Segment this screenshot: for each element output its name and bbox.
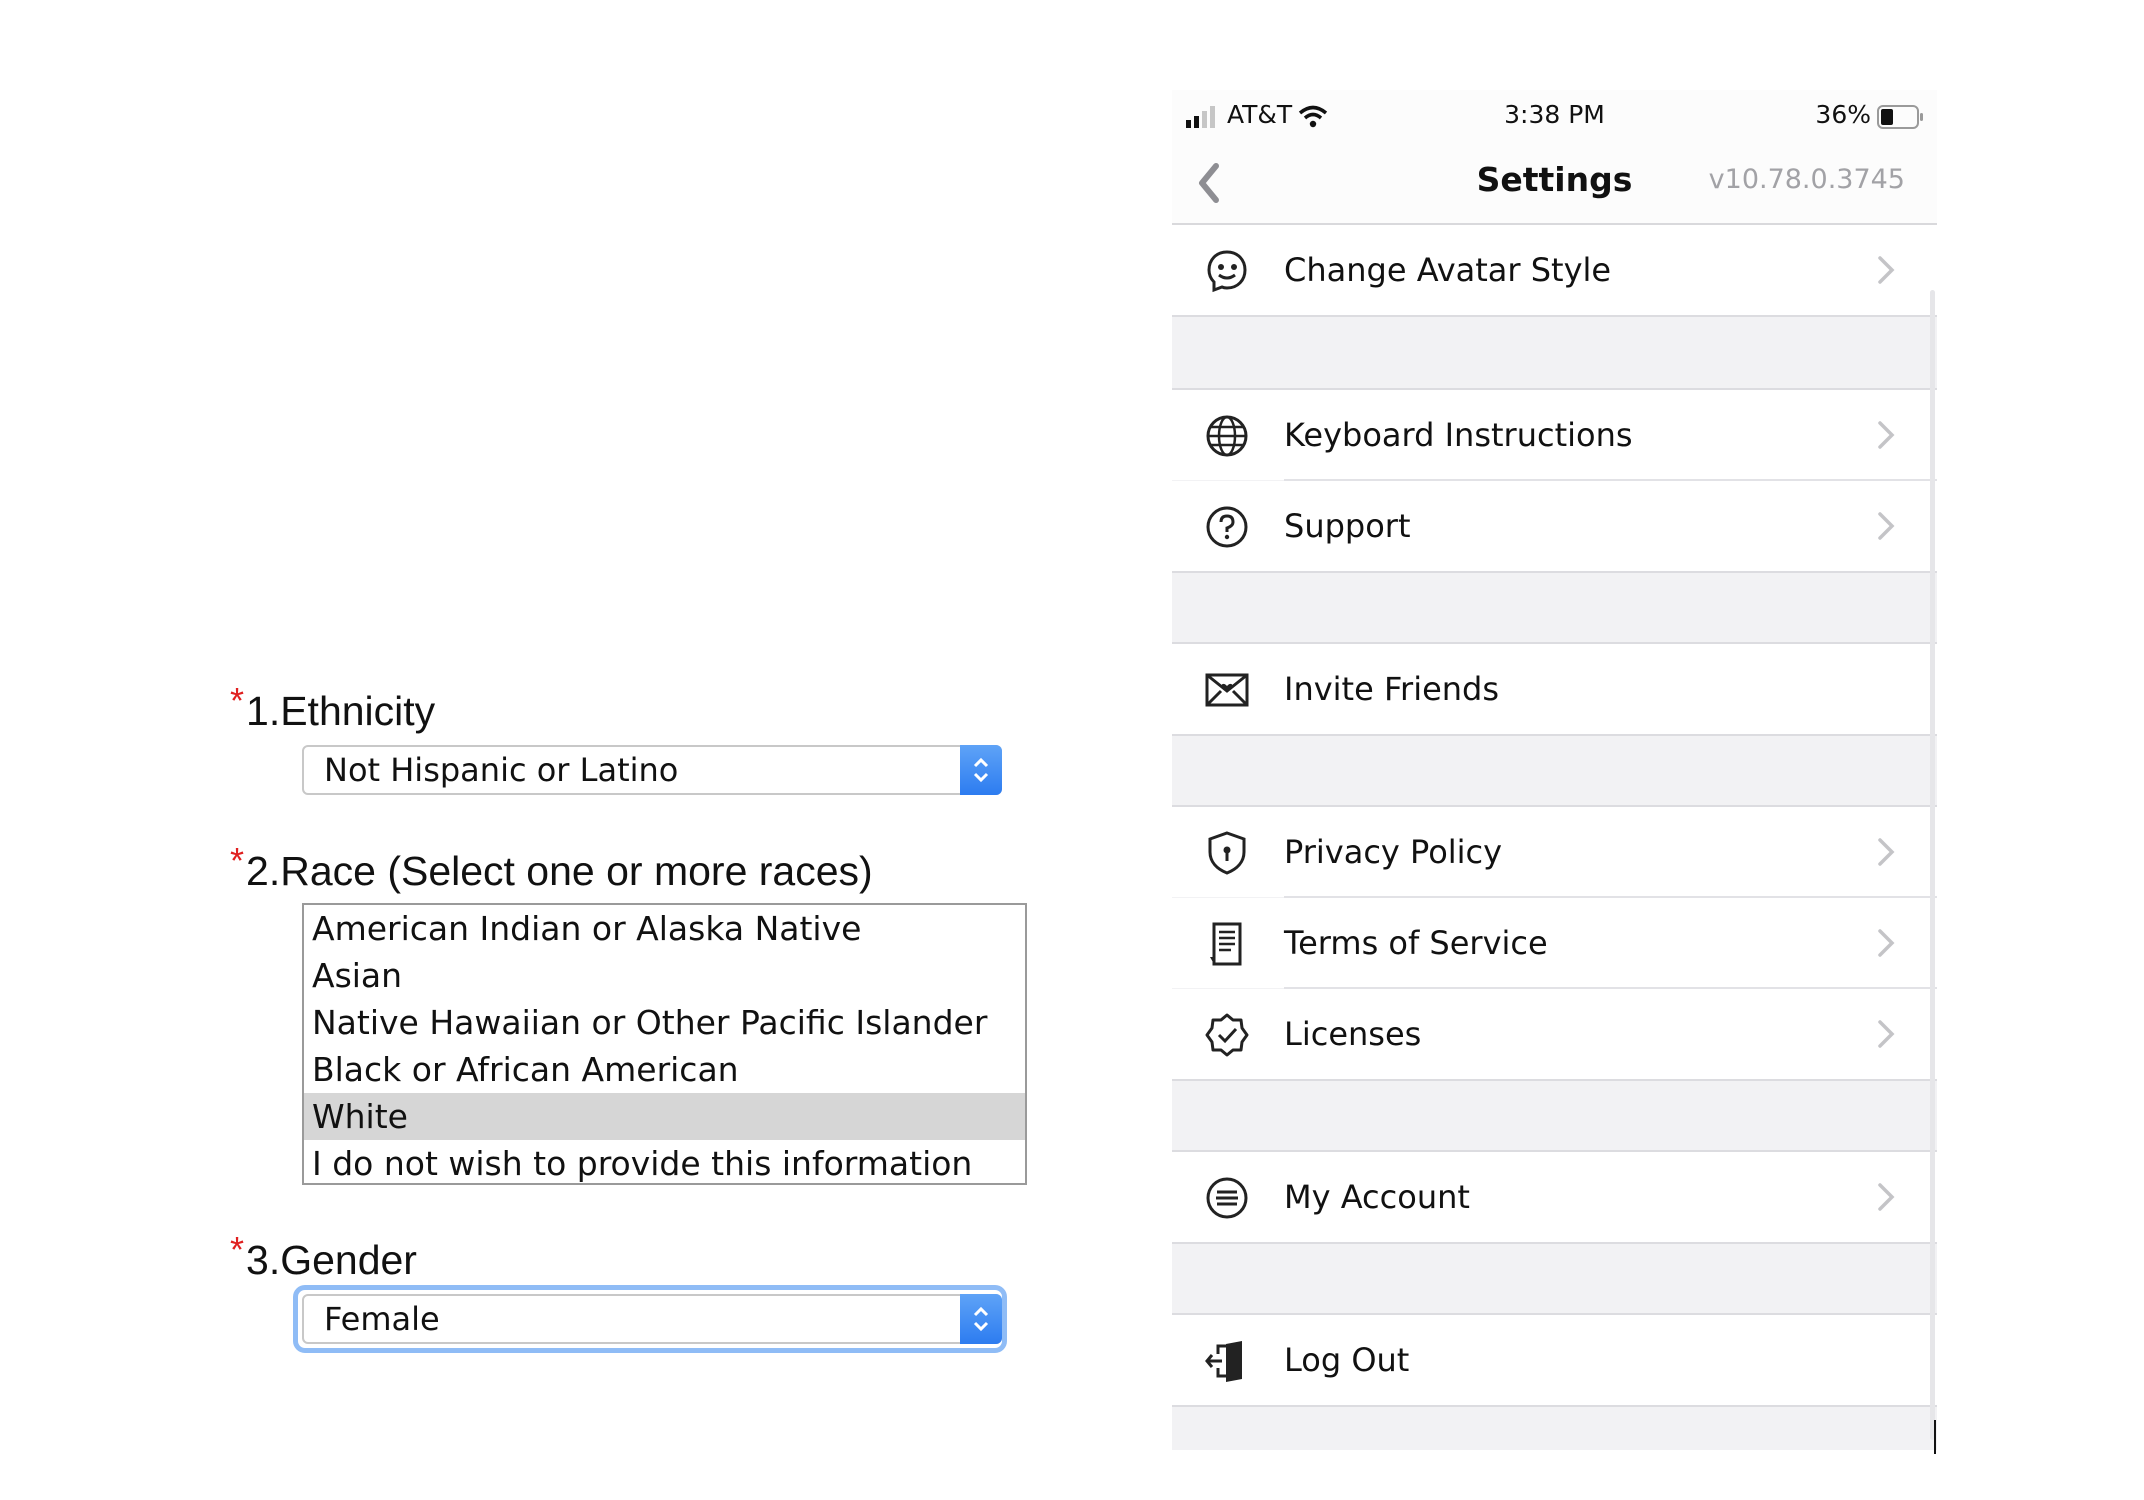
row-label: Licenses bbox=[1284, 1015, 1422, 1053]
race-option[interactable]: Black or African American bbox=[304, 1046, 1025, 1093]
chevron-right-icon bbox=[1878, 838, 1895, 866]
ethnicity-value: Not Hispanic or Latino bbox=[324, 751, 679, 789]
divider bbox=[1172, 1405, 1937, 1407]
gender-label: 3.Gender bbox=[246, 1237, 417, 1283]
race-option[interactable]: American Indian or Alaska Native bbox=[304, 905, 1025, 952]
text-cursor bbox=[1934, 1420, 1936, 1454]
race-option[interactable]: Native Hawaiian or Other Pacific Islande… bbox=[304, 999, 1025, 1046]
help-circle-icon bbox=[1206, 506, 1248, 548]
settings-row-change-avatar[interactable]: Change Avatar Style bbox=[1172, 225, 1937, 315]
row-label: Keyboard Instructions bbox=[1284, 416, 1633, 454]
settings-row-keyboard[interactable]: Keyboard Instructions bbox=[1172, 390, 1937, 480]
ethnicity-select[interactable]: Not Hispanic or Latino bbox=[302, 745, 1002, 795]
settings-row-invite[interactable]: Invite Friends bbox=[1172, 644, 1937, 734]
avatar-face-icon bbox=[1207, 250, 1247, 293]
shield-icon bbox=[1208, 831, 1246, 875]
version-label: v10.78.0.3745 bbox=[1708, 164, 1905, 195]
settings-row-terms[interactable]: Terms of Service bbox=[1172, 898, 1937, 988]
globe-icon bbox=[1206, 415, 1248, 457]
divider bbox=[1172, 1079, 1937, 1081]
logout-door-icon bbox=[1205, 1341, 1242, 1382]
chevron-right-icon bbox=[1878, 421, 1895, 449]
row-label: Support bbox=[1284, 507, 1411, 545]
battery-icon bbox=[1877, 105, 1923, 129]
race-question: *2.Race (Select one or more races) bbox=[230, 840, 873, 895]
settings-screen: AT&T 3:38 PM 36% Settings v10.78.0.3745 … bbox=[1172, 90, 1937, 1450]
row-label: Change Avatar Style bbox=[1284, 251, 1612, 289]
divider bbox=[1172, 571, 1937, 573]
gender-select[interactable]: Female bbox=[302, 1294, 1002, 1344]
document-icon bbox=[1210, 922, 1242, 966]
divider bbox=[1172, 734, 1937, 736]
scrollbar[interactable] bbox=[1930, 290, 1935, 1440]
select-stepper-icon[interactable] bbox=[960, 1294, 1002, 1344]
settings-row-account[interactable]: My Account bbox=[1172, 1152, 1937, 1242]
gender-value: Female bbox=[324, 1300, 440, 1338]
chevron-right-icon bbox=[1878, 256, 1895, 284]
race-option-selected[interactable]: White bbox=[304, 1093, 1025, 1140]
chevron-right-icon bbox=[1878, 1183, 1895, 1211]
row-label: Privacy Policy bbox=[1284, 833, 1503, 871]
chevron-right-icon bbox=[1878, 512, 1895, 540]
account-menu-icon bbox=[1206, 1177, 1248, 1219]
divider bbox=[1172, 315, 1937, 317]
battery-fill bbox=[1881, 109, 1893, 125]
settings-row-support[interactable]: Support bbox=[1172, 481, 1937, 571]
status-bar: AT&T 3:38 PM 36% bbox=[1172, 90, 1937, 140]
chevron-right-icon bbox=[1878, 929, 1895, 957]
row-label: Invite Friends bbox=[1284, 670, 1500, 708]
row-label: Terms of Service bbox=[1284, 924, 1548, 962]
race-label: 2.Race (Select one or more races) bbox=[246, 848, 873, 894]
ethnicity-question: *1.Ethnicity bbox=[230, 680, 436, 735]
settings-row-privacy[interactable]: Privacy Policy bbox=[1172, 807, 1937, 897]
required-asterisk: * bbox=[230, 840, 245, 881]
envelope-heart-icon bbox=[1205, 673, 1249, 707]
nav-bar: Settings v10.78.0.3745 bbox=[1172, 140, 1937, 225]
required-asterisk: * bbox=[230, 680, 245, 721]
chevron-right-icon bbox=[1878, 1020, 1895, 1048]
race-option[interactable]: Asian bbox=[304, 952, 1025, 999]
row-label: My Account bbox=[1284, 1178, 1470, 1216]
race-listbox[interactable]: American Indian or Alaska Native Asian N… bbox=[302, 903, 1027, 1185]
battery-percent: 36% bbox=[1815, 100, 1871, 129]
required-asterisk: * bbox=[230, 1229, 245, 1270]
select-stepper-icon[interactable] bbox=[960, 745, 1002, 795]
settings-row-licenses[interactable]: Licenses bbox=[1172, 989, 1937, 1079]
settings-row-logout[interactable]: Log Out bbox=[1172, 1315, 1937, 1405]
row-label: Log Out bbox=[1284, 1341, 1410, 1379]
ethnicity-label: 1.Ethnicity bbox=[246, 688, 436, 734]
gender-question: *3.Gender bbox=[230, 1229, 417, 1284]
race-option[interactable]: I do not wish to provide this informatio… bbox=[304, 1140, 1025, 1187]
divider bbox=[1172, 1242, 1937, 1244]
badge-check-icon bbox=[1205, 1013, 1249, 1057]
